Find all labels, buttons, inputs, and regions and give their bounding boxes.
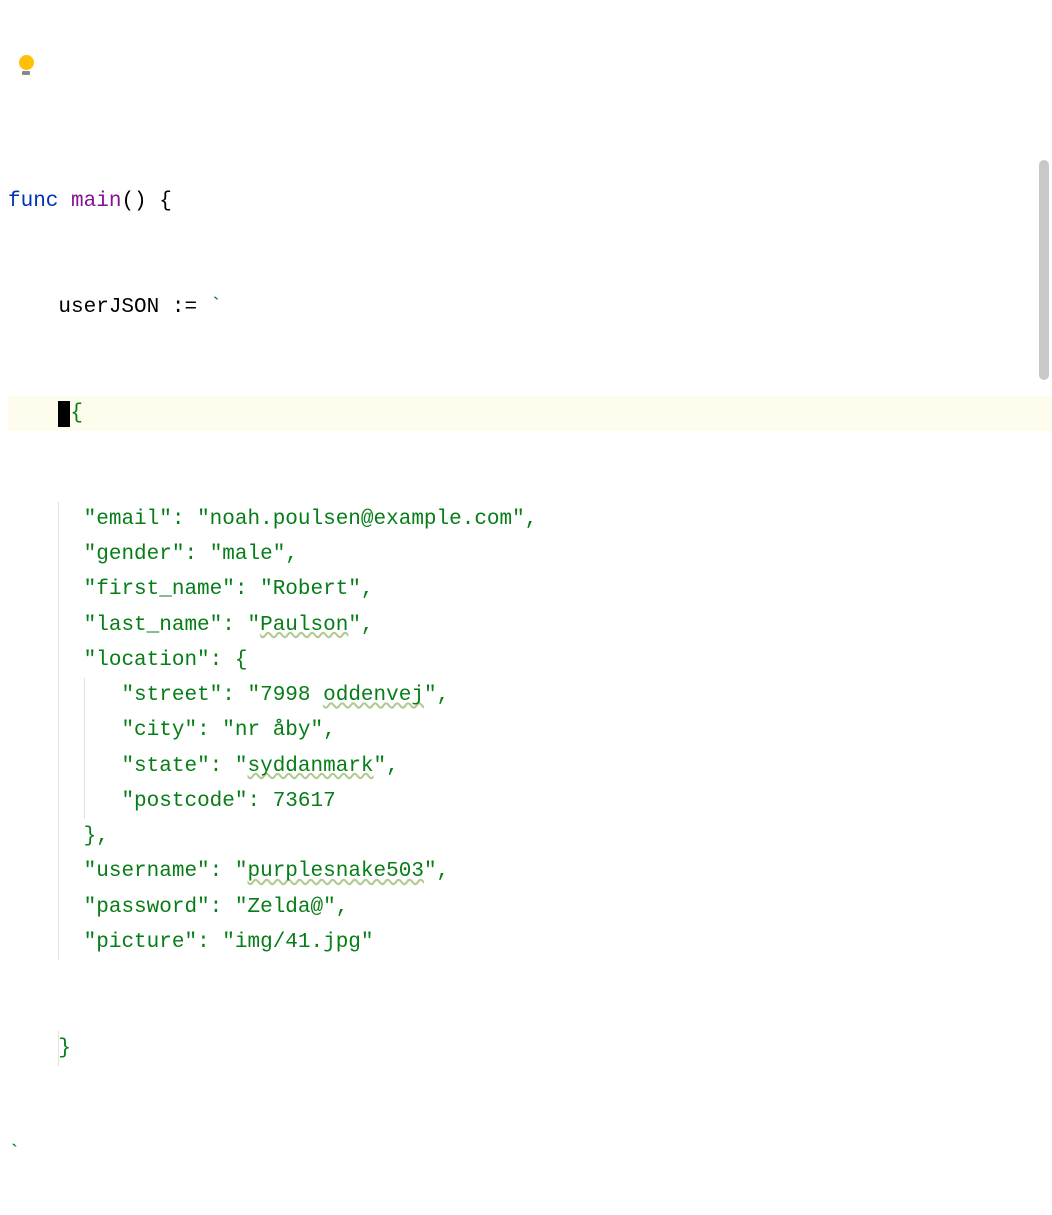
code-line-highlighted: { [8,396,1052,431]
code-line: "username": "purplesnake503", [8,854,1052,889]
json-value: "Robert" [260,578,361,601]
code-line: userJSON := ` [8,290,1052,325]
json-trailing: , [361,578,374,601]
json-open-brace: { [70,402,83,425]
json-sep: : [210,896,235,919]
json-sep: : [210,860,235,883]
code-line: "password": "Zelda@", [8,890,1052,925]
json-sep: : [247,790,272,813]
json-sep: : [184,543,209,566]
code-line: } [8,1031,1052,1066]
code-line: "location": { [8,643,1052,678]
code-line: "street": "7998 oddenvej", [8,678,1052,713]
code-line: "state": "syddanmark", [8,749,1052,784]
code-line: "city": "nr åby", [8,713,1052,748]
code-line: }, [8,819,1052,854]
assign-op: := [159,296,209,319]
json-sep: : [210,755,235,778]
json-sep: : { [210,649,248,672]
json-value: "Paulson" [247,614,360,637]
json-key: "location" [84,649,210,672]
json-value: "noah.poulsen@example.com" [197,508,525,531]
function-name: main [71,190,121,213]
json-sep: : [222,684,247,707]
json-key: "last_name" [84,614,223,637]
backtick: ` [210,296,223,319]
code-line: "email": "noah.poulsen@example.com", [8,502,1052,537]
json-trailing: , [386,755,399,778]
json-value: "male" [210,543,286,566]
json-trailing: , [361,614,374,637]
code-line: func main() { [8,184,1052,219]
code-line: ` [8,1137,1052,1172]
editor-gutter [0,0,48,1215]
code-line: "picture": "img/41.jpg" [8,925,1052,960]
json-key: "gender" [84,543,185,566]
lightbulb-icon[interactable] [16,55,36,81]
code-editor[interactable]: func main() { userJSON := ` { "email": "… [0,0,1052,1215]
json-key: "city" [121,719,197,742]
json-trailing: , [285,543,298,566]
parens: () [121,190,146,213]
json-sep: : [172,508,197,531]
vertical-scrollbar[interactable] [1039,160,1049,380]
json-value: "7998 oddenvej" [248,684,437,707]
json-key: "state" [121,755,209,778]
json-key: "username" [84,860,210,883]
json-key: "street" [121,684,222,707]
json-key: "postcode" [121,790,247,813]
json-close: }, [84,825,109,848]
variable-name: userJSON [58,296,159,319]
json-sep: : [222,614,247,637]
code-line: "postcode": 73617 [8,784,1052,819]
json-value-number: 73617 [273,790,336,813]
json-value: "img/41.jpg" [222,931,373,954]
json-key: "password" [84,896,210,919]
json-key: "email" [84,508,172,531]
json-value: "Zelda@" [235,896,336,919]
json-key: "picture" [84,931,197,954]
json-sep: : [197,931,222,954]
code-line: "first_name": "Robert", [8,572,1052,607]
json-trailing: , [525,508,538,531]
json-trailing: , [336,896,349,919]
json-value: "nr åby" [222,719,323,742]
json-value: "syddanmark" [235,755,386,778]
json-trailing: , [437,860,450,883]
json-close-brace: } [58,1037,71,1060]
open-brace: { [147,190,172,213]
json-sep: : [197,719,222,742]
json-trailing: , [437,684,450,707]
json-key: "first_name" [84,578,235,601]
text-cursor [58,401,70,427]
code-line: "last_name": "Paulson", [8,608,1052,643]
json-sep: : [235,578,260,601]
json-trailing: , [323,719,336,742]
code-line: "gender": "male", [8,537,1052,572]
json-value: "purplesnake503" [235,860,437,883]
